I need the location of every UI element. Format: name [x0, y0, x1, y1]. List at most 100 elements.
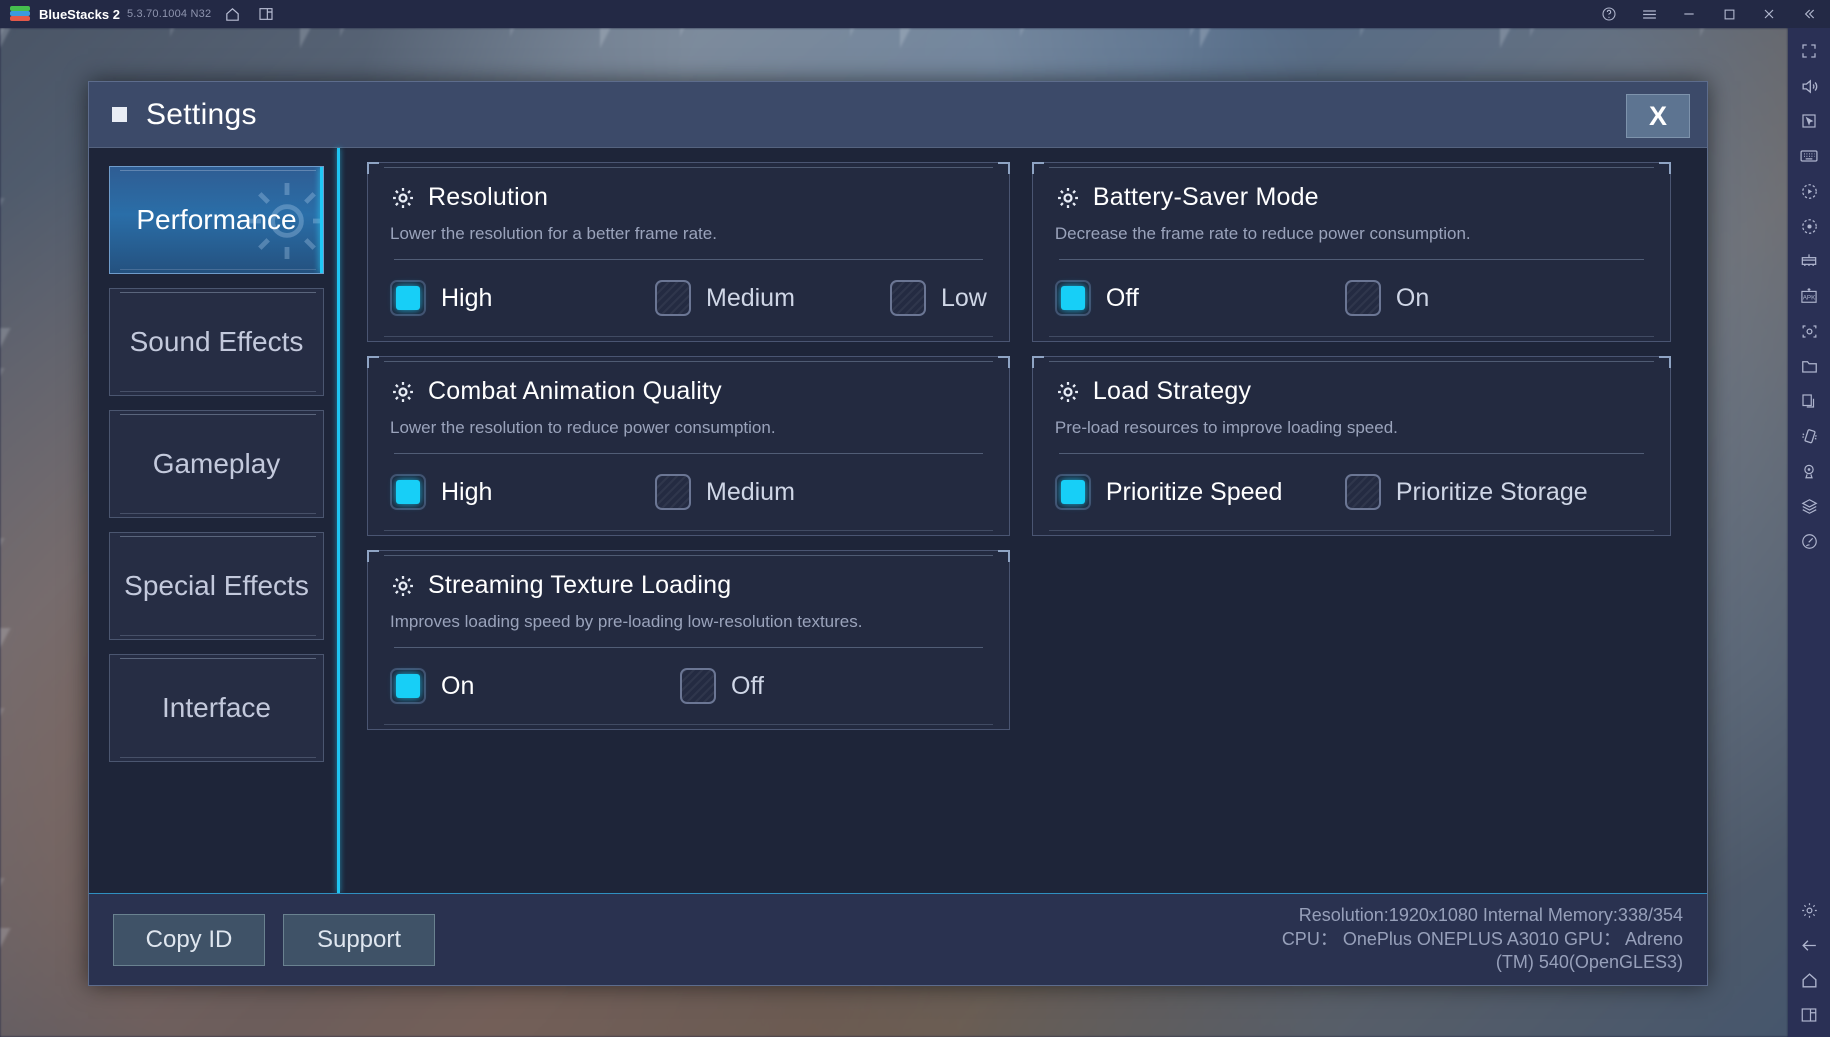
checkbox[interactable] [390, 280, 426, 316]
option-off[interactable]: Off [1054, 280, 1345, 316]
card-divider [1058, 453, 1644, 454]
checkbox[interactable] [1344, 280, 1381, 316]
location-icon[interactable] [1792, 454, 1826, 488]
card-description: Decrease the frame rate to reduce power … [1054, 224, 1471, 243]
cursor-icon[interactable] [1792, 104, 1826, 138]
card-description: Improves loading speed by pre-loading lo… [390, 612, 863, 631]
screenshot-icon[interactable] [1792, 314, 1826, 348]
card-header: Combat Animation Quality [390, 377, 987, 406]
install-apk-icon[interactable]: APK [1792, 279, 1826, 313]
fullscreen-icon[interactable] [1792, 34, 1826, 68]
option-high[interactable]: High [390, 280, 655, 316]
gear-icon [1057, 187, 1078, 208]
card-title: Combat Animation Quality [428, 377, 722, 405]
option-label: Medium [706, 283, 795, 312]
corner-accent [367, 356, 379, 368]
card-header: Resolution [390, 183, 987, 212]
system-info-line: Resolution:1920x1080 Internal Memory:338… [1298, 905, 1683, 926]
recent-apps-icon[interactable] [1792, 998, 1826, 1032]
option-group: On Off [390, 668, 987, 704]
volume-icon[interactable] [1792, 69, 1826, 103]
option-on[interactable]: On [1344, 280, 1430, 316]
option-off[interactable]: Off [680, 668, 764, 704]
card-header: Battery-Saver Mode [1055, 183, 1648, 212]
collapse-icon[interactable] [1796, 4, 1822, 24]
copy-instance-icon[interactable] [1792, 384, 1826, 418]
checkbox[interactable] [390, 668, 426, 704]
gear-icon [393, 381, 413, 402]
macro-record-icon[interactable] [1792, 209, 1826, 243]
checkbox[interactable] [680, 668, 716, 704]
dialog-footer: Copy ID Support Resolution:1920x1080 Int… [89, 893, 1707, 985]
close-icon[interactable] [1756, 4, 1782, 24]
support-button[interactable]: Support [283, 913, 435, 966]
rail-bottom-group [1792, 893, 1826, 1037]
sidebar-item-interface[interactable]: Interface [109, 654, 324, 762]
card-title: Resolution [428, 183, 549, 211]
macro-play-icon[interactable] [1792, 174, 1826, 208]
sidebar-item-label: Gameplay [152, 448, 281, 480]
close-button[interactable]: X [1626, 94, 1690, 138]
card-divider [394, 453, 983, 454]
shake-icon[interactable] [1792, 419, 1826, 453]
option-prioritize-storage[interactable]: Prioritize Storage [1344, 474, 1588, 510]
checkbox[interactable] [655, 280, 691, 316]
corner-accent [1659, 356, 1671, 368]
corner-accent [367, 162, 379, 174]
app-version: 5.3.70.1004 N32 [126, 8, 212, 20]
recent-apps-icon[interactable] [253, 4, 279, 24]
option-on[interactable]: On [390, 668, 680, 704]
corner-accent [1031, 356, 1044, 368]
option-group: Prioritize Speed Prioritize Storage [1054, 474, 1648, 510]
option-high[interactable]: High [390, 474, 655, 510]
option-label: On [1395, 283, 1430, 312]
maximize-icon[interactable] [1716, 4, 1742, 24]
minimize-icon[interactable] [1676, 4, 1702, 24]
option-medium[interactable]: Medium [655, 280, 890, 316]
setting-card-battery-saver-mode: Battery-Saver Mode Decrease the frame ra… [1031, 162, 1671, 342]
back-icon[interactable] [1792, 928, 1826, 962]
option-medium[interactable]: Medium [655, 474, 795, 510]
card-header: Load Strategy [1055, 377, 1648, 406]
checkbox[interactable] [1054, 474, 1091, 510]
page-title: Settings [146, 97, 257, 131]
checkbox[interactable] [890, 280, 926, 316]
option-label: High [441, 477, 493, 506]
home-icon[interactable] [1792, 963, 1826, 997]
settings-dialog: Settings X Performance Sound Effects Gam… [88, 81, 1708, 986]
sidebar-item-label: Interface [162, 692, 271, 724]
sidebar-item-label: Special Effects [124, 570, 309, 602]
card-description: Lower the resolution for a better frame … [390, 224, 717, 243]
corner-accent [1031, 162, 1044, 174]
home-icon[interactable] [219, 4, 245, 24]
help-icon[interactable] [1596, 4, 1622, 24]
multi-instance-icon[interactable] [1792, 244, 1826, 278]
checkbox[interactable] [1344, 474, 1381, 510]
option-prioritize-speed[interactable]: Prioritize Speed [1054, 474, 1345, 510]
sidebar-item-performance[interactable]: Performance [109, 166, 324, 274]
checkbox[interactable] [390, 474, 426, 510]
system-info: Resolution:1920x1080 Internal Memory:338… [1282, 904, 1683, 974]
checkbox[interactable] [655, 474, 691, 510]
sidebar-divider [337, 148, 340, 893]
sidebar-item-gameplay[interactable]: Gameplay [109, 410, 324, 518]
layers-icon[interactable] [1792, 489, 1826, 523]
settings-gear-icon[interactable] [1792, 893, 1826, 927]
corner-accent [997, 356, 1010, 368]
tilt-icon[interactable] [1792, 524, 1826, 558]
card-title: Streaming Texture Loading [428, 571, 732, 599]
card-description: Lower the resolution to reduce power con… [390, 418, 776, 437]
card-description: Pre-load resources to improve loading sp… [1054, 418, 1398, 437]
sidebar-item-label: Sound Effects [129, 326, 304, 358]
copy-id-button[interactable]: Copy ID [113, 913, 265, 966]
sidebar-item-special-effects[interactable]: Special Effects [109, 532, 324, 640]
keyboard-icon[interactable] [1792, 139, 1826, 173]
checkbox[interactable] [1054, 280, 1091, 316]
sidebar-item-sound-effects[interactable]: Sound Effects [109, 288, 324, 396]
card-divider [1058, 259, 1644, 260]
menu-icon[interactable] [1636, 4, 1662, 24]
option-group: High Medium Low [390, 280, 987, 316]
media-folder-icon[interactable] [1792, 349, 1826, 383]
option-low[interactable]: Low [890, 280, 987, 316]
gear-icon [393, 187, 413, 208]
